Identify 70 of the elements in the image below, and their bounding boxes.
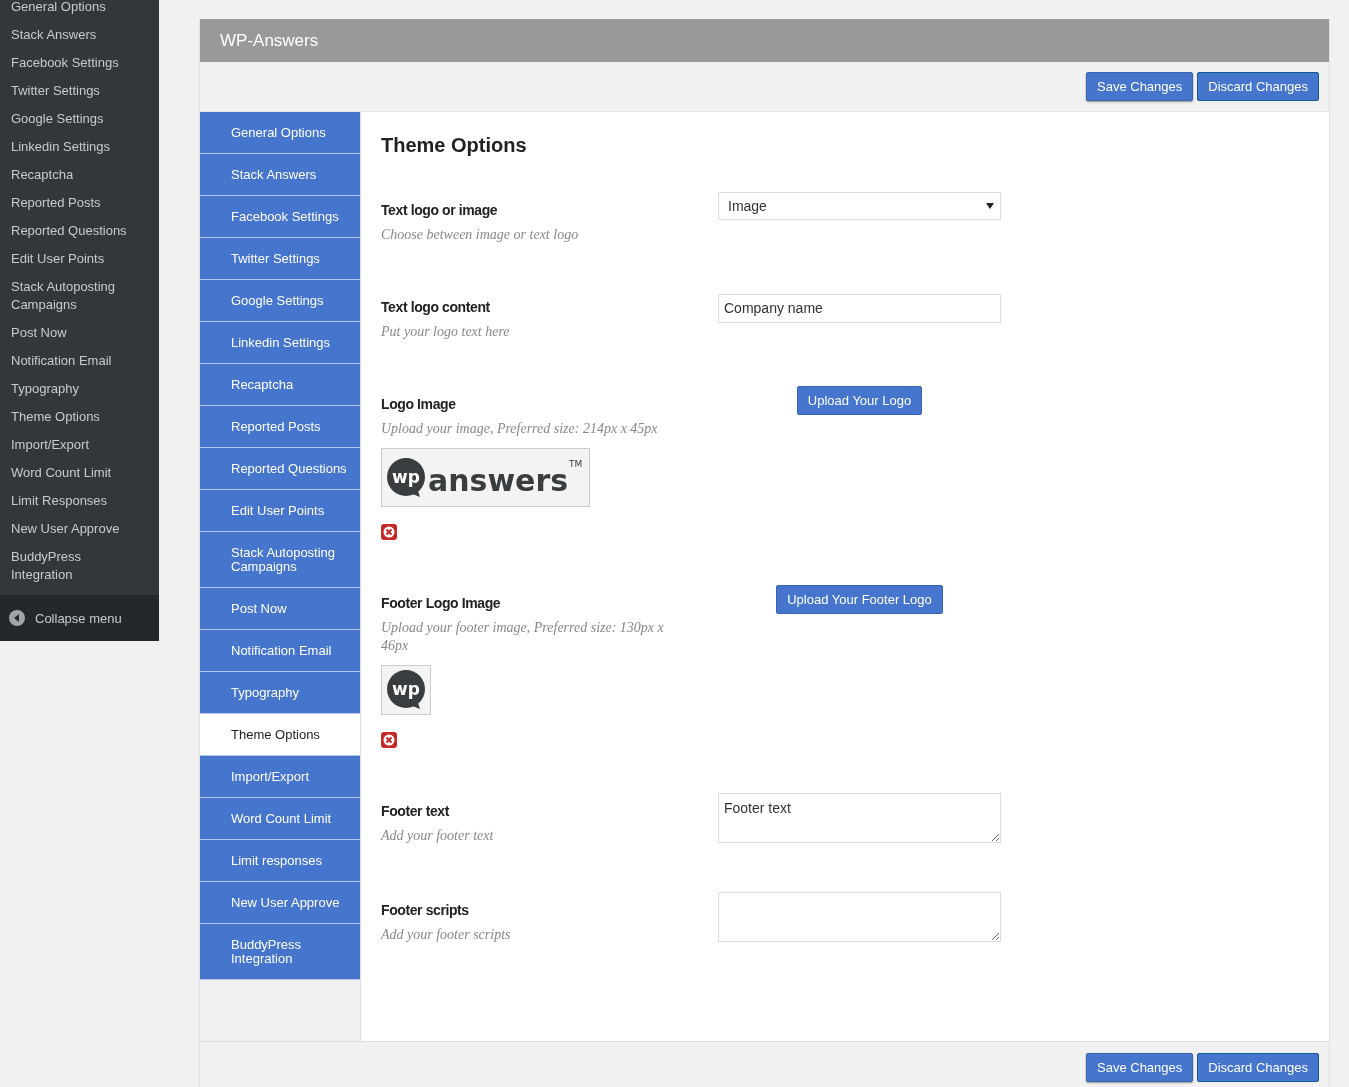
field-label: Footer scripts xyxy=(381,902,470,918)
logo-type-select[interactable]: Image xyxy=(718,192,1001,220)
admin-menu-item[interactable]: Import/Export xyxy=(0,431,159,459)
admin-menu-item[interactable]: Stack Answers xyxy=(0,21,159,49)
remove-icon[interactable] xyxy=(381,732,397,748)
textarea-field[interactable] xyxy=(718,892,1001,942)
options-tab[interactable]: General Options xyxy=(200,112,360,154)
admin-menu-item[interactable]: Limit Responses xyxy=(0,487,159,515)
admin-menu-item[interactable]: Facebook Settings xyxy=(0,49,159,77)
options-tab[interactable]: Word Count Limit xyxy=(200,798,360,840)
field-label: Footer Logo Image xyxy=(381,595,502,611)
options-tab[interactable]: Import/Export xyxy=(200,756,360,798)
field-description: Add your footer scripts xyxy=(381,926,512,944)
options-tab[interactable]: Stack Autoposting Campaigns xyxy=(200,532,360,588)
admin-menu-item[interactable]: Twitter Settings xyxy=(0,77,159,105)
remove-icon[interactable] xyxy=(381,524,397,540)
field-label: Footer text xyxy=(381,803,451,819)
options-tab[interactable]: Typography xyxy=(200,672,360,714)
options-tab[interactable]: Linkedin Settings xyxy=(200,322,360,364)
admin-menu-item[interactable]: Stack Autoposting Campaigns xyxy=(0,273,159,319)
upload-button[interactable]: Upload Your Logo xyxy=(796,386,923,415)
options-tab[interactable]: Google Settings xyxy=(200,280,360,322)
options-tab[interactable]: Reported Posts xyxy=(200,406,360,448)
admin-menu-item[interactable]: Recaptcha xyxy=(0,161,159,189)
options-tab[interactable]: Theme Options xyxy=(200,714,360,756)
options-tab[interactable]: Recaptcha xyxy=(200,364,360,406)
field-description: Upload your image, Preferred size: 214px x 45px xyxy=(381,420,659,438)
admin-menu-item[interactable]: BuddyPress Integration xyxy=(0,543,159,589)
admin-menu-item[interactable]: Linkedin Settings xyxy=(0,133,159,161)
field-label: Logo Image xyxy=(381,396,457,412)
field-description: Add your footer text xyxy=(381,827,495,845)
options-tab[interactable]: Facebook Settings xyxy=(200,196,360,238)
options-tab[interactable]: Edit User Points xyxy=(200,490,360,532)
field-description: Choose between image or text logo xyxy=(381,226,580,244)
collapse-menu-button[interactable]: Collapse menu xyxy=(0,595,159,641)
options-tab[interactable]: Limit responses xyxy=(200,840,360,882)
panel-title: WP-Answers xyxy=(220,30,319,51)
admin-menu-item[interactable]: Notification Email xyxy=(0,347,159,375)
options-tab[interactable]: BuddyPress Integration xyxy=(200,924,360,980)
options-tab[interactable]: New User Approve xyxy=(200,882,360,924)
admin-menu-item[interactable]: Typography xyxy=(0,375,159,403)
section-heading: Theme Options xyxy=(381,134,528,157)
save-button[interactable]: Save Changes xyxy=(1086,1052,1194,1082)
discard-button[interactable]: Discard Changes xyxy=(1197,1052,1319,1082)
admin-menu-item[interactable]: Reported Questions xyxy=(0,217,159,245)
textarea-field[interactable]: Footer text xyxy=(718,793,1001,843)
logo-preview: wp xyxy=(381,665,431,715)
field-description: Upload your footer image, Preferred size: 130px x 46px xyxy=(381,619,665,655)
field-description: Put your logo text here xyxy=(381,323,511,341)
admin-menu-item[interactable]: General Options xyxy=(0,0,159,21)
admin-menu-item[interactable]: Reported Posts xyxy=(0,189,159,217)
admin-menu-item[interactable]: Theme Options xyxy=(0,403,159,431)
dropdown-caret-icon xyxy=(986,203,994,209)
text-input-field[interactable]: Company name xyxy=(718,293,1001,323)
admin-menu-item[interactable]: Edit User Points xyxy=(0,245,159,273)
options-tab[interactable]: Twitter Settings xyxy=(200,238,360,280)
save-button[interactable]: Save Changes xyxy=(1086,72,1194,101)
discard-button[interactable]: Discard Changes xyxy=(1197,72,1319,101)
admin-menu-item[interactable]: New User Approve xyxy=(0,515,159,543)
admin-menu-item[interactable]: Post Now xyxy=(0,319,159,347)
admin-menu-item[interactable]: Google Settings xyxy=(0,105,159,133)
field-label: Text logo content xyxy=(381,299,491,315)
options-tab[interactable]: Post Now xyxy=(200,588,360,630)
upload-button[interactable]: Upload Your Footer Logo xyxy=(776,585,943,614)
options-tab[interactable]: Notification Email xyxy=(200,630,360,672)
options-tab[interactable]: Reported Questions xyxy=(200,448,360,490)
options-tab[interactable]: Stack Answers xyxy=(200,154,360,196)
admin-menu-item[interactable]: Word Count Limit xyxy=(0,459,159,487)
field-label: Text logo or image xyxy=(381,202,499,218)
collapse-icon xyxy=(9,610,25,626)
